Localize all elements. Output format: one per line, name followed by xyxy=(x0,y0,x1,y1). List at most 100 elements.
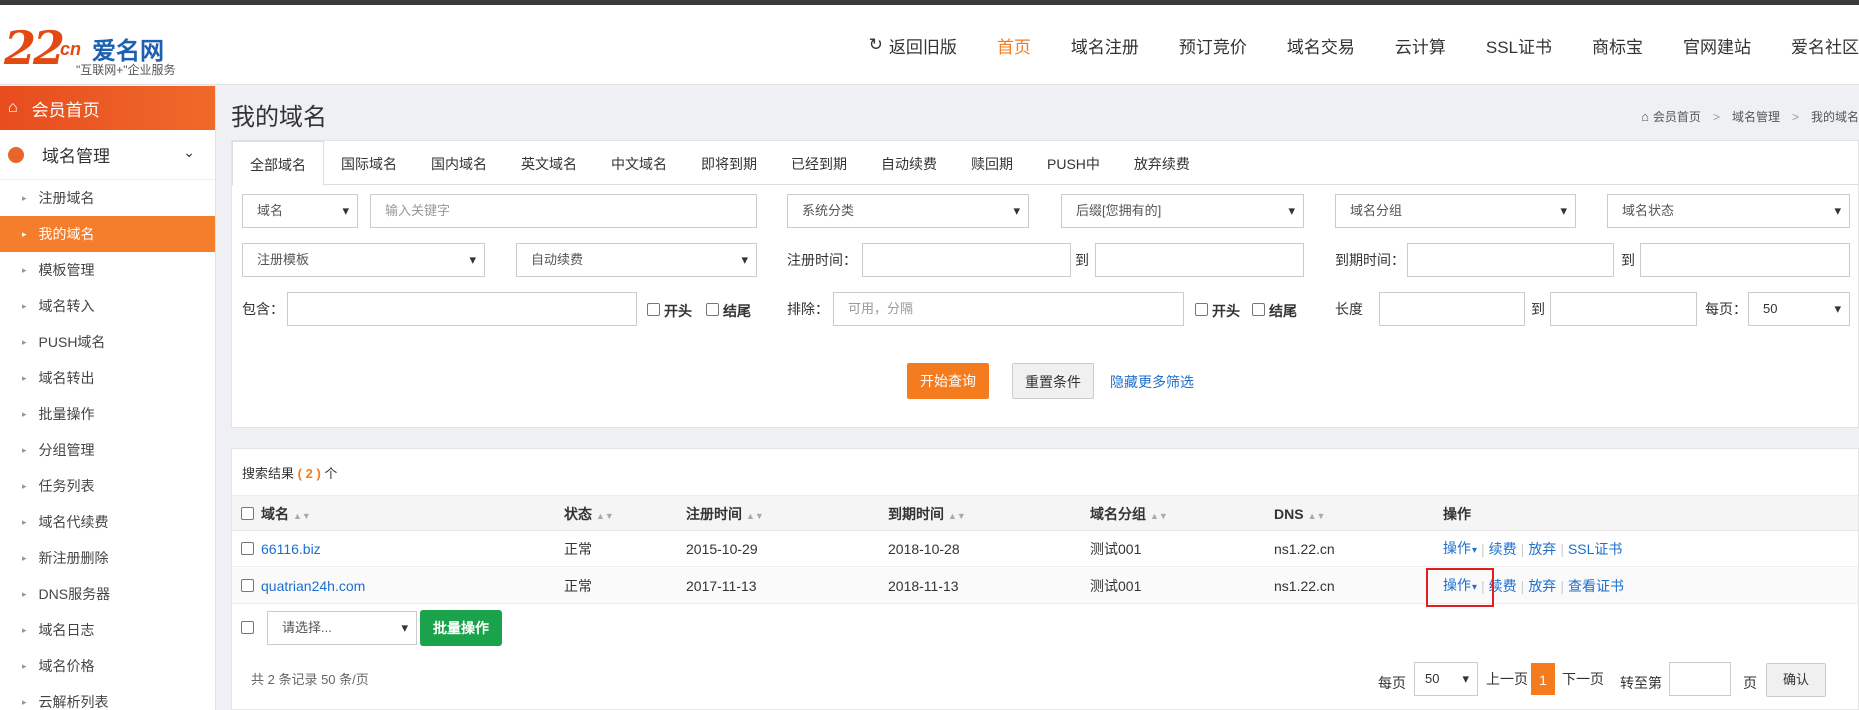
domain-link[interactable]: 66116.biz xyxy=(261,531,321,567)
per-page-select[interactable]: 50 xyxy=(1748,292,1850,326)
ssl-cert-link[interactable]: SSL证书 xyxy=(1568,531,1622,567)
system-category-select[interactable]: 系统分类 xyxy=(787,194,1029,228)
tab-all-domains[interactable]: 全部域名 xyxy=(232,141,324,186)
expire-time-end-input[interactable] xyxy=(1640,243,1850,277)
sidebar-item-push-domain[interactable]: ▸ PUSH域名 xyxy=(0,324,215,360)
bulk-select-checkbox[interactable] xyxy=(241,621,254,634)
col-status[interactable]: 状态 ▲▼ xyxy=(564,496,614,532)
tab-push-pending[interactable]: PUSH中 xyxy=(1030,141,1117,185)
auto-renew-select[interactable]: 自动续费 xyxy=(516,243,757,277)
nav-back-old-version[interactable]: ↻ 返回旧版 xyxy=(869,33,957,58)
sidebar-item-my-domains[interactable]: ▸ 我的域名 xyxy=(0,216,215,252)
keyword-input[interactable]: 输入关键字 xyxy=(370,194,757,228)
reg-template-select[interactable]: 注册模板 xyxy=(242,243,485,277)
tab-expired[interactable]: 已经到期 xyxy=(774,141,864,185)
exclude-input[interactable]: 可用，分隔 xyxy=(833,292,1184,326)
hide-more-filters-link[interactable]: 隐藏更多筛选 xyxy=(1110,372,1194,392)
search-button[interactable]: 开始查询 xyxy=(907,363,989,399)
sidebar-item-group-management[interactable]: ▸ 分组管理 xyxy=(0,432,215,468)
suffix-select[interactable]: 后缀[您拥有的] xyxy=(1061,194,1304,228)
sidebar-item-batch-ops[interactable]: ▸ 批量操作 xyxy=(0,396,215,432)
col-domain[interactable]: 域名 ▲▼ xyxy=(261,496,311,532)
record-summary: 共 2 条记录 50 条/页 xyxy=(251,672,369,687)
nav-community[interactable]: 爱名社区 xyxy=(1791,33,1859,58)
footer-per-page-select[interactable]: 50 xyxy=(1414,662,1478,696)
goto-page-input[interactable] xyxy=(1669,662,1731,696)
operate-dropdown[interactable]: 操作▾ xyxy=(1443,530,1477,569)
tab-expiring-soon[interactable]: 即将到期 xyxy=(684,141,774,185)
row-checkbox[interactable] xyxy=(241,579,254,592)
nav-domain-register[interactable]: 域名注册 xyxy=(1071,33,1139,58)
select-all-checkbox[interactable] xyxy=(241,507,254,520)
tab-abandon-renew[interactable]: 放弃续费 xyxy=(1117,141,1207,185)
exclude-ends-checkbox[interactable] xyxy=(1252,303,1265,316)
col-reg-time[interactable]: 注册时间 ▲▼ xyxy=(686,496,764,532)
bulk-action-select[interactable]: 请选择... xyxy=(267,611,417,645)
tab-chinese[interactable]: 中文域名 xyxy=(594,141,684,185)
next-page-button[interactable]: 下一页 xyxy=(1558,663,1608,695)
nav-website-build[interactable]: 官网建站 xyxy=(1683,33,1751,58)
current-page[interactable]: 1 xyxy=(1531,663,1555,695)
sidebar-item-task-list[interactable]: ▸ 任务列表 xyxy=(0,468,215,504)
col-group[interactable]: 域名分组 ▲▼ xyxy=(1090,496,1168,532)
nav-home[interactable]: 首页 xyxy=(997,33,1031,58)
tab-international[interactable]: 国际域名 xyxy=(324,141,414,185)
domain-link[interactable]: quatrian24h.com xyxy=(261,568,365,604)
sidebar-item-dns-servers[interactable]: ▸ DNS服务器 xyxy=(0,576,215,612)
table-header: 域名 ▲▼ 状态 ▲▼ 注册时间 ▲▼ 到期时间 ▲▼ 域名分组 ▲▼ DNS ▲▼ 操作 xyxy=(232,495,1858,531)
sidebar-item-register-domain[interactable]: ▸ 注册域名 xyxy=(0,180,215,216)
result-summary: 搜索结果 ( 2 ) 个 xyxy=(242,463,337,482)
include-input[interactable] xyxy=(287,292,637,326)
domain-type-select[interactable]: 域名 xyxy=(242,194,358,228)
sidebar-item-transfer-out[interactable]: ▸ 域名转出 xyxy=(0,360,215,396)
abandon-link[interactable]: 放弃 xyxy=(1528,568,1556,604)
include-starts-checkbox[interactable] xyxy=(647,303,660,316)
domain-group-select[interactable]: 域名分组 xyxy=(1335,194,1576,228)
exclude-ends-label: 结尾 xyxy=(1269,303,1297,319)
sidebar-item-new-reg-delete[interactable]: ▸ 新注册删除 xyxy=(0,540,215,576)
row-checkbox[interactable] xyxy=(241,542,254,555)
domain-status-select[interactable]: 域名状态 xyxy=(1607,194,1850,228)
nav-preorder-bid[interactable]: 预订竞价 xyxy=(1179,33,1247,58)
exclude-starts-checkbox[interactable] xyxy=(1195,303,1208,316)
nav-domain-trade[interactable]: 域名交易 xyxy=(1287,33,1355,58)
tab-domestic[interactable]: 国内域名 xyxy=(414,141,504,185)
reg-time-start-input[interactable] xyxy=(862,243,1071,277)
prev-page-button[interactable]: 上一页 xyxy=(1483,663,1531,695)
sidebar-item-domain-log[interactable]: ▸ 域名日志 xyxy=(0,612,215,648)
tab-english[interactable]: 英文域名 xyxy=(504,141,594,185)
sidebar-item-cloud-dns-list[interactable]: ▸ 云解析列表 xyxy=(0,684,215,710)
sidebar-item-transfer-in[interactable]: ▸ 域名转入 xyxy=(0,288,215,324)
nav-cloud[interactable]: 云计算 xyxy=(1395,33,1446,58)
nav-trademark[interactable]: 商标宝 xyxy=(1592,33,1643,58)
tab-redemption[interactable]: 赎回期 xyxy=(954,141,1030,185)
sidebar-item-domain-price[interactable]: ▸ 域名价格 xyxy=(0,648,215,684)
tab-auto-renew[interactable]: 自动续费 xyxy=(864,141,954,185)
sidebar-item-proxy-renew[interactable]: ▸ 域名代续费 xyxy=(0,504,215,540)
reg-time-end-input[interactable] xyxy=(1095,243,1304,277)
sidebar-group-domain-management[interactable]: 域名管理 ⌄ xyxy=(0,130,215,180)
sidebar-member-home[interactable]: ⌂ 会员首页 xyxy=(0,86,215,130)
sidebar-item-label: 域名日志 xyxy=(38,622,95,638)
nav-ssl[interactable]: SSL证书 xyxy=(1486,33,1552,58)
length-min-input[interactable] xyxy=(1379,292,1525,326)
view-cert-link[interactable]: 查看证书 xyxy=(1568,568,1624,604)
breadcrumb-item-member-home[interactable]: 会员首页 xyxy=(1653,108,1701,125)
renew-link[interactable]: 续费 xyxy=(1489,531,1517,567)
include-ends-checkbox[interactable] xyxy=(706,303,719,316)
expire-time-start-input[interactable] xyxy=(1407,243,1614,277)
col-label: 到期时间 xyxy=(888,506,944,522)
col-expire-time[interactable]: 到期时间 ▲▼ xyxy=(888,496,966,532)
breadcrumb-item-domain-management[interactable]: 域名管理 xyxy=(1732,108,1780,125)
sidebar-item-templates[interactable]: ▸ 模板管理 xyxy=(0,252,215,288)
bulk-operate-button[interactable]: 批量操作 xyxy=(420,610,502,646)
site-logo[interactable]: 22 cn 爱名网 "互联网+"企业服务 xyxy=(4,17,176,77)
per-page-label: 每页： xyxy=(1705,301,1747,317)
include-starts-label: 开头 xyxy=(664,303,692,319)
goto-confirm-button[interactable]: 确认 xyxy=(1766,663,1826,697)
length-max-input[interactable] xyxy=(1550,292,1697,326)
reset-button[interactable]: 重置条件 xyxy=(1012,363,1094,399)
col-dns[interactable]: DNS ▲▼ xyxy=(1274,496,1325,532)
caret-right-icon: ▸ xyxy=(22,480,27,491)
abandon-link[interactable]: 放弃 xyxy=(1528,531,1556,567)
